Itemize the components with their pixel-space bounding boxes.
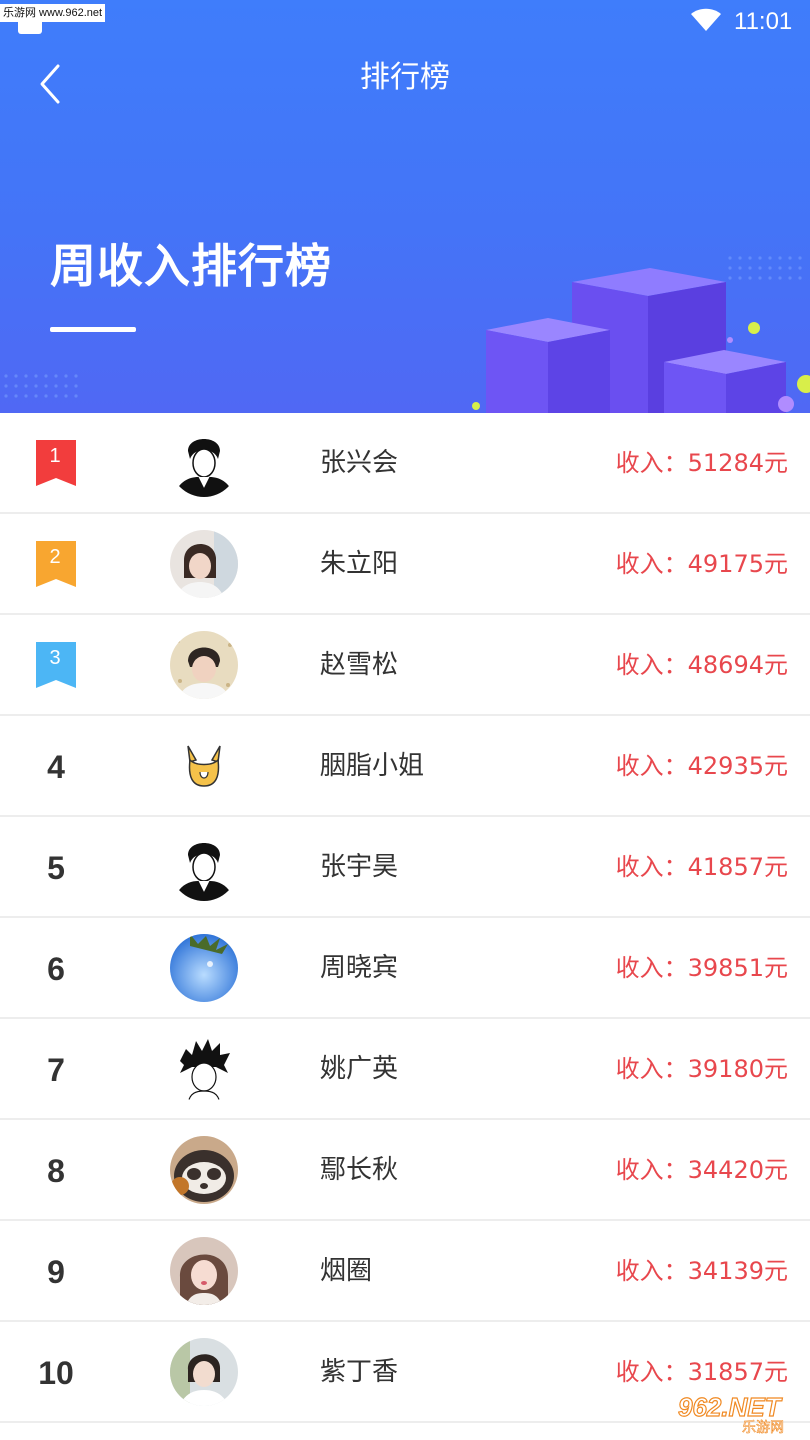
header-banner: 乐游网 www.962.net 11:01 排行榜 周收入排行榜 (0, 0, 810, 413)
income-text: 收入：39851元 (616, 918, 788, 1018)
income-label: 收入： (615, 449, 688, 477)
income-text: 收入：42935元 (616, 716, 788, 816)
user-name: 胭脂小姐 (320, 751, 425, 781)
income-label: 收入： (615, 853, 688, 881)
income-value: 34420元 (687, 1156, 788, 1184)
status-time: 11:01 (734, 8, 793, 35)
income-text: 收入：51284元 (616, 413, 788, 513)
girl-photo-avatar (170, 530, 238, 598)
income-value: 39851元 (687, 954, 788, 982)
site-watermark-logo: 962.NET 乐游网 (676, 1386, 806, 1436)
status-bar: 乐游网 www.962.net 11:01 (0, 0, 810, 44)
user-name: 周晓宾 (320, 953, 399, 983)
user-name: 烟圈 (320, 1256, 373, 1286)
income-value: 42935元 (687, 752, 788, 780)
ranking-screen: 乐游网 www.962.net 11:01 排行榜 周收入排行榜 1 张兴会 收… (0, 0, 810, 1440)
ranking-row[interactable]: 3 赵雪松 收入：48694元 (0, 615, 810, 716)
ranking-row[interactable]: 1 张兴会 收入：51284元 (0, 413, 810, 514)
rank-number: 2 (49, 546, 61, 568)
income-label: 收入： (615, 954, 688, 982)
income-value: 41857元 (687, 853, 788, 881)
rank-number: 10 (38, 1355, 74, 1391)
girl-photo-avatar (170, 1237, 238, 1305)
user-name: 张兴会 (320, 448, 399, 478)
ranking-row[interactable]: 6 周晓宾 收入：39851元 (0, 918, 810, 1019)
sketch-boy-avatar (170, 833, 238, 901)
income-text: 收入：41857元 (616, 817, 788, 917)
user-name: 姚广英 (320, 1054, 399, 1084)
ranking-row[interactable]: 8 鄢长秋 收入：34420元 (0, 1120, 810, 1221)
income-label: 收入： (615, 1358, 688, 1386)
ranking-row[interactable]: 7 姚广英 收入：39180元 (0, 1019, 810, 1120)
income-value: 39180元 (687, 1055, 788, 1083)
income-text: 收入：49175元 (616, 514, 788, 614)
income-value: 48694元 (687, 651, 788, 679)
income-text: 收入：34420元 (616, 1120, 788, 1220)
income-value: 31857元 (687, 1358, 788, 1386)
user-name: 紫丁香 (320, 1357, 399, 1387)
rank-number: 1 (49, 445, 61, 467)
panda-avatar (170, 1136, 238, 1204)
hero-underline (50, 327, 136, 332)
notification-icon (18, 22, 42, 34)
rank-number: 9 (47, 1254, 65, 1290)
sky-photo-avatar (170, 934, 238, 1002)
boy-photo-avatar (170, 631, 238, 699)
ranking-row[interactable]: 2 朱立阳 收入：49175元 (0, 514, 810, 615)
rank-number: 7 (47, 1052, 65, 1088)
page-title: 排行榜 (360, 60, 450, 95)
user-name: 鄢长秋 (320, 1155, 399, 1185)
user-name: 朱立阳 (320, 549, 399, 579)
user-name: 张宇昊 (320, 852, 399, 882)
income-label: 收入： (615, 1055, 688, 1083)
sketch-hair-avatar (170, 1035, 238, 1103)
income-label: 收入： (615, 1156, 688, 1184)
income-text: 收入：34139元 (616, 1221, 788, 1321)
income-value: 49175元 (687, 550, 788, 578)
girl-photo-avatar (170, 1338, 238, 1406)
ranking-row[interactable]: 4 胭脂小姐 收入：42935元 (0, 716, 810, 817)
rank-number: 3 (49, 647, 61, 669)
ranking-row[interactable]: 9 烟圈 收入：34139元 (0, 1221, 810, 1322)
income-label: 收入： (615, 651, 688, 679)
rank-number: 4 (47, 749, 65, 785)
wifi-icon (691, 8, 721, 31)
income-label: 收入： (615, 752, 688, 780)
watermark-label: 乐游网 www.962.net (0, 4, 106, 22)
income-value: 34139元 (687, 1257, 788, 1285)
income-label: 收入： (615, 550, 688, 578)
income-text: 收入：48694元 (616, 615, 788, 715)
hero-title: 周收入排行榜 (50, 239, 332, 293)
user-name: 赵雪松 (320, 650, 399, 680)
rank-number: 6 (47, 951, 65, 987)
income-value: 51284元 (687, 449, 788, 477)
income-label: 收入： (615, 1257, 688, 1285)
rank-number: 8 (47, 1153, 65, 1189)
watermark-logo-text: 962.NET (678, 1392, 783, 1422)
watermark-sub-text: 乐游网 (742, 1420, 784, 1436)
ranking-row[interactable]: 5 张宇昊 收入：41857元 (0, 817, 810, 918)
rank-number: 5 (47, 850, 65, 886)
sketch-boy-avatar (170, 429, 238, 497)
income-text: 收入：39180元 (616, 1019, 788, 1119)
ranking-list: 1 张兴会 收入：51284元 2 朱立阳 收入：49175元 3 赵雪松 收入… (0, 413, 810, 1423)
corgi-avatar (170, 732, 238, 800)
